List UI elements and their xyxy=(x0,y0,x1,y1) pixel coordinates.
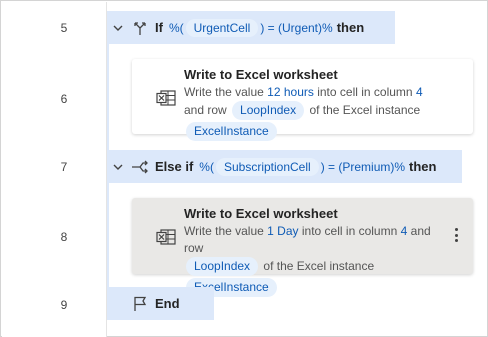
desc-text: of the Excel instance xyxy=(309,103,421,117)
if-keyword: If xyxy=(155,20,163,35)
action-card[interactable]: Write to Excel worksheet Write the value… xyxy=(132,59,473,141)
desc-text: and row xyxy=(184,103,227,117)
flow-designer-canvas: 5 6 7 8 9 If %( UrgentCell ) = (Urgent)%… xyxy=(0,0,488,337)
variable-token[interactable]: SubscriptionCell xyxy=(215,157,319,176)
desc-text: of the Excel instance xyxy=(263,259,375,273)
variable-token[interactable]: ExcelInstance xyxy=(186,122,277,141)
elseif-branch-icon xyxy=(129,158,151,176)
end-flag-icon xyxy=(129,295,151,313)
desc-text: Write the value xyxy=(184,85,264,99)
more-vertical-icon[interactable] xyxy=(449,225,463,245)
chevron-down-icon[interactable] xyxy=(107,21,129,35)
end-keyword: End xyxy=(155,296,180,311)
value-token: 12 hours xyxy=(267,85,314,99)
expression-operator: ) = (Urgent)% xyxy=(260,20,333,35)
expression-open: %( xyxy=(168,20,184,35)
if-branch-icon xyxy=(129,19,151,37)
column-token: 4 xyxy=(400,224,408,238)
if-condition-row[interactable]: If %( UrgentCell ) = (Urgent)% then xyxy=(107,11,395,44)
desc-text: into cell in column xyxy=(317,85,413,99)
expression-operator: ) = (Premium)% xyxy=(320,159,406,174)
excel-write-icon xyxy=(156,229,178,245)
action-description: Write the value 12 hours into cell in co… xyxy=(184,84,466,141)
action-title: Write to Excel worksheet xyxy=(184,67,338,82)
action-description: Write the value 1 Day into cell in colum… xyxy=(184,223,444,297)
desc-text: Write the value xyxy=(184,224,264,238)
variable-token[interactable]: LoopIndex xyxy=(186,257,259,276)
block-connector xyxy=(107,182,109,292)
column-token: 4 xyxy=(415,85,423,99)
chevron-down-icon[interactable] xyxy=(107,160,129,174)
variable-token[interactable]: LoopIndex xyxy=(232,101,305,120)
block-connector xyxy=(107,43,109,153)
elseif-keyword: Else if xyxy=(155,159,194,174)
action-title: Write to Excel worksheet xyxy=(184,206,338,221)
end-row[interactable]: End xyxy=(107,287,214,320)
value-token: 1 Day xyxy=(267,224,299,238)
elseif-condition-row[interactable]: Else if %( SubscriptionCell ) = (Premium… xyxy=(107,150,462,183)
desc-text: into cell in column xyxy=(301,224,398,238)
variable-token[interactable]: UrgentCell xyxy=(185,18,259,37)
then-keyword: then xyxy=(336,20,365,35)
then-keyword: then xyxy=(409,159,437,174)
action-card-selected[interactable]: Write to Excel worksheet Write the value… xyxy=(132,198,473,297)
expression-open: %( xyxy=(199,159,214,174)
excel-write-icon xyxy=(156,90,178,106)
